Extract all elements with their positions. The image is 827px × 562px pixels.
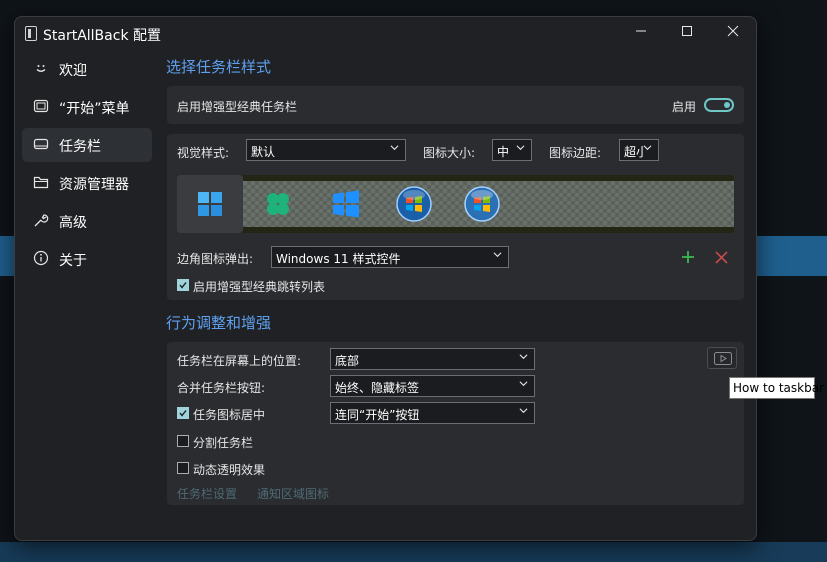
- sidebar-item-taskbar[interactable]: 任务栏: [22, 128, 152, 162]
- visual-style-label: 视觉样式:: [177, 146, 230, 160]
- chevron-down-icon: [390, 145, 399, 151]
- jumplist-label: 启用增强型经典跳转列表: [193, 280, 326, 294]
- video-help-button[interactable]: [707, 347, 737, 369]
- taskbar-icon: [33, 138, 49, 150]
- sidebar-item-explorer[interactable]: 资源管理器: [22, 166, 152, 200]
- icon-size-value: 中: [497, 145, 510, 159]
- combine-value: 始终、隐藏标签: [335, 381, 420, 395]
- sidebar-item-advanced[interactable]: 高级: [22, 204, 152, 238]
- wrench-icon: [34, 214, 49, 227]
- sidebar-item-about[interactable]: 关于: [22, 242, 152, 276]
- sidebar-item-label: 欢迎: [59, 63, 87, 79]
- close-button[interactable]: [710, 17, 756, 49]
- clover-start-icon[interactable]: [258, 184, 298, 224]
- window-title: StartAllBack 配置: [43, 28, 161, 44]
- vista-orb-icon[interactable]: [462, 184, 502, 224]
- close-icon: [727, 25, 739, 37]
- section-title-style: 选择任务栏样式: [166, 58, 272, 76]
- sidebar-item-label: 关于: [59, 253, 87, 269]
- dynamic-transparency-label: 动态透明效果: [193, 463, 266, 477]
- position-value: 底部: [335, 354, 360, 368]
- title-bar[interactable]: StartAllBack 配置: [15, 17, 756, 51]
- icon-margin-label: 图标边距:: [549, 146, 602, 160]
- folder-icon: [33, 176, 49, 189]
- sidebar-item-label: “开始”菜单: [59, 101, 130, 117]
- icon-margin-select[interactable]: 超小: [619, 139, 659, 161]
- windows7-orb-icon[interactable]: [394, 184, 434, 224]
- minimize-button[interactable]: [618, 17, 664, 49]
- sidebar-item-label: 任务栏: [59, 139, 101, 155]
- smile-icon: [36, 65, 46, 72]
- taskbar-settings-link[interactable]: 任务栏设置: [177, 485, 237, 502]
- icon-size-label: 图标大小:: [423, 146, 476, 160]
- visual-style-value: 默认: [251, 145, 276, 159]
- toggle-label: 启用: [672, 100, 697, 114]
- minimize-icon: [636, 30, 646, 32]
- corner-popup-value: Windows 11 样式控件: [276, 252, 401, 266]
- config-window: StartAllBack 配置 欢迎 “开始”菜单 任务栏 资源管理器 高级 关…: [14, 16, 757, 541]
- center-mode-value: 连同“开始”按钮: [335, 408, 420, 422]
- sidebar-item-label: 高级: [59, 215, 87, 231]
- maximize-icon: [682, 26, 692, 36]
- windows10-start-icon[interactable]: [326, 184, 366, 224]
- dynamic-transparency-checkbox[interactable]: [177, 462, 189, 474]
- enhanced-taskbar-toggle[interactable]: [704, 98, 734, 112]
- jumplist-checkbox[interactable]: [177, 279, 189, 291]
- remove-icon[interactable]: [715, 251, 728, 264]
- position-select[interactable]: 底部: [330, 348, 535, 370]
- app-icon: [25, 26, 37, 41]
- center-icons-checkbox[interactable]: [177, 407, 189, 419]
- tooltip: How to taskbar: [729, 377, 824, 399]
- maximize-button[interactable]: [664, 17, 710, 49]
- info-icon: [33, 250, 49, 266]
- windows11-start-icon[interactable]: [190, 184, 230, 224]
- add-icon[interactable]: [681, 250, 695, 264]
- position-label: 任务栏在屏幕上的位置:: [177, 354, 302, 368]
- center-icons-label: 任务图标居中: [193, 408, 266, 422]
- section-title-behavior: 行为调整和增强: [166, 314, 272, 332]
- desktop-taskbar-strip: [0, 542, 827, 562]
- enhanced-taskbar-label: 启用增强型经典任务栏: [177, 100, 298, 114]
- checkmark-icon: [179, 410, 187, 417]
- center-mode-select[interactable]: 连同“开始”按钮: [330, 402, 535, 424]
- chevron-down-icon: [519, 354, 528, 360]
- combine-select[interactable]: 始终、隐藏标签: [330, 375, 535, 397]
- sidebar-item-welcome[interactable]: 欢迎: [22, 52, 152, 86]
- split-taskbar-checkbox[interactable]: [177, 435, 189, 447]
- chevron-down-icon: [516, 145, 525, 151]
- chevron-down-icon: [493, 252, 502, 258]
- combine-label: 合并任务栏按钮:: [177, 381, 266, 395]
- chevron-down-icon: [643, 145, 652, 151]
- visual-style-select[interactable]: 默认: [246, 139, 406, 161]
- start-style-preview: [177, 175, 734, 233]
- chevron-down-icon: [519, 408, 528, 414]
- chevron-down-icon: [519, 381, 528, 387]
- sidebar-item-label: 资源管理器: [59, 177, 129, 193]
- corner-popup-select[interactable]: Windows 11 样式控件: [271, 246, 509, 268]
- start-menu-icon: [33, 99, 49, 113]
- sidebar-item-start-menu[interactable]: “开始”菜单: [22, 90, 152, 124]
- corner-popup-label: 边角图标弹出:: [177, 252, 254, 266]
- icon-size-select[interactable]: 中: [492, 139, 532, 161]
- tray-icons-link[interactable]: 通知区域图标: [257, 485, 329, 502]
- checkmark-icon: [179, 282, 187, 289]
- split-taskbar-label: 分割任务栏: [193, 436, 254, 450]
- play-video-icon: [714, 352, 732, 365]
- icon-margin-value: 超小: [624, 145, 644, 159]
